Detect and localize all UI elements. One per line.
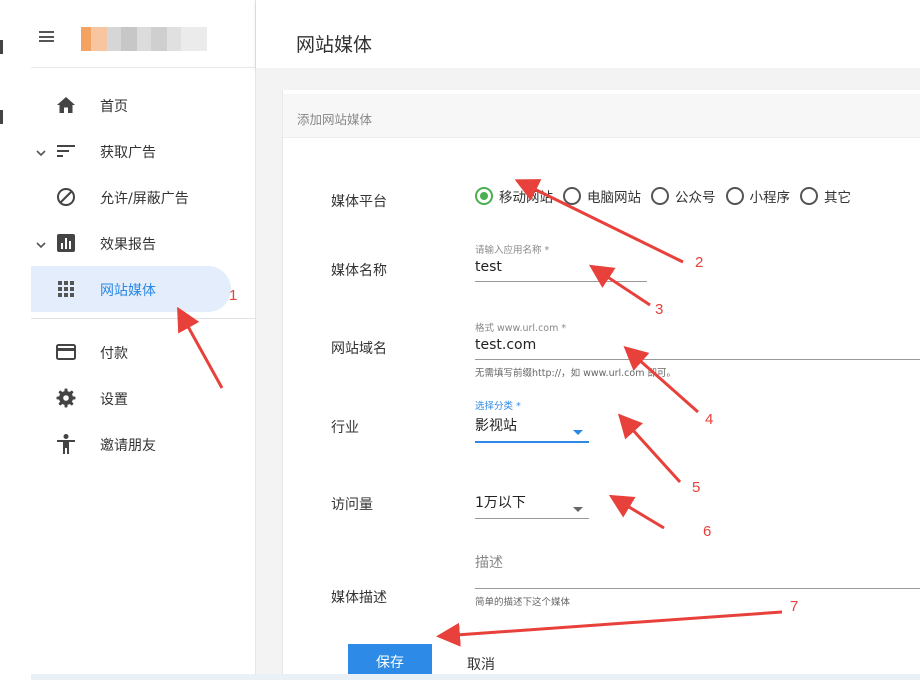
industry-float-label: 选择分类 * bbox=[475, 401, 521, 412]
cancel-button[interactable]: 取消 bbox=[467, 654, 495, 674]
sidebar-item-label: 邀请朋友 bbox=[100, 438, 156, 454]
radio-label: 电脑网站 bbox=[587, 190, 641, 206]
radio-label: 其它 bbox=[824, 190, 851, 206]
card-header: 添加网站媒体 bbox=[283, 94, 920, 138]
annotation-number: 5 bbox=[692, 479, 701, 496]
edge-mark bbox=[0, 110, 3, 124]
person-icon bbox=[55, 433, 77, 455]
sidebar-item-settings[interactable]: 设置 bbox=[31, 375, 256, 421]
annotation-number: 3 bbox=[655, 301, 664, 318]
edge-mark bbox=[0, 40, 3, 54]
sidebar-item-label: 获取广告 bbox=[100, 145, 156, 161]
sidebar-item-payment[interactable]: 付款 bbox=[31, 329, 256, 375]
menu-icon[interactable] bbox=[39, 31, 54, 42]
page-title: 网站媒体 bbox=[296, 34, 373, 56]
domain-field[interactable]: 格式 www.url.com * test.com 无需填写前缀http://，… bbox=[475, 320, 920, 379]
annotation-number: 2 bbox=[695, 254, 704, 271]
radio-other[interactable]: 其它 bbox=[800, 186, 851, 206]
radio-pc-site[interactable]: 电脑网站 bbox=[563, 186, 641, 206]
radio-label: 移动网站 bbox=[499, 190, 553, 206]
sidebar-item-home[interactable]: 首页 bbox=[31, 82, 256, 128]
chevron-down-icon[interactable] bbox=[35, 236, 47, 249]
radio-mini-program[interactable]: 小程序 bbox=[725, 186, 791, 206]
media-name-float-label: 请输入应用名称 * bbox=[475, 245, 550, 256]
description-label: 媒体描述 bbox=[331, 590, 387, 606]
sidebar-header bbox=[31, 0, 255, 68]
credit-card-icon bbox=[55, 341, 77, 363]
traffic-value[interactable]: 1万以下 bbox=[475, 492, 589, 512]
description-hint: 简单的描述下这个媒体 bbox=[475, 597, 571, 608]
sort-lines-icon bbox=[55, 140, 77, 162]
domain-label: 网站域名 bbox=[331, 341, 387, 357]
media-name-underline bbox=[475, 281, 647, 282]
sidebar-item-label: 首页 bbox=[100, 99, 128, 115]
sidebar: 首页 获取广告 允许/屏蔽广告 效果报告 网站媒体 付款 设置 邀请朋友 bbox=[31, 0, 256, 680]
sidebar-item-label: 设置 bbox=[100, 392, 128, 408]
radio-circle[interactable] bbox=[563, 187, 581, 205]
block-icon bbox=[55, 186, 77, 208]
annotation-number: 1 bbox=[229, 287, 238, 304]
description-underline bbox=[475, 588, 920, 589]
traffic-underline bbox=[475, 518, 589, 519]
platform-label: 媒体平台 bbox=[331, 194, 387, 210]
form-card: 添加网站媒体 媒体平台 移动网站 电脑网站 公众号 小程序 其它 媒体名称 请输… bbox=[282, 90, 920, 680]
radio-circle[interactable] bbox=[725, 187, 744, 205]
dropdown-arrow-icon[interactable] bbox=[573, 507, 583, 512]
industry-value[interactable]: 影视站 bbox=[475, 415, 589, 435]
sidebar-item-label: 网站媒体 bbox=[100, 283, 156, 299]
top-bar: 网站媒体 bbox=[256, 0, 920, 68]
platform-radio-group: 移动网站 电脑网站 公众号 小程序 其它 bbox=[475, 186, 861, 206]
sidebar-item-label: 允许/屏蔽广告 bbox=[100, 191, 189, 207]
chevron-down-icon[interactable] bbox=[35, 144, 47, 157]
media-name-input[interactable]: test bbox=[475, 259, 647, 275]
domain-float-label: 格式 www.url.com * bbox=[475, 323, 567, 334]
grid-icon bbox=[55, 278, 77, 300]
domain-input[interactable]: test.com bbox=[475, 337, 920, 353]
industry-label: 行业 bbox=[331, 420, 359, 436]
radio-circle[interactable] bbox=[800, 187, 818, 205]
radio-circle[interactable] bbox=[475, 187, 493, 205]
sidebar-item-get-ads[interactable]: 获取广告 bbox=[31, 128, 256, 174]
description-field[interactable]: 描述 简单的描述下这个媒体 bbox=[475, 550, 920, 608]
description-input[interactable]: 描述 bbox=[475, 552, 920, 572]
traffic-select[interactable]: 1万以下 bbox=[475, 475, 589, 519]
annotation-number: 6 bbox=[703, 523, 712, 540]
annotation-number: 4 bbox=[705, 411, 714, 428]
sidebar-item-web-media[interactable]: 网站媒体 bbox=[31, 266, 231, 312]
dropdown-arrow-icon[interactable] bbox=[573, 430, 583, 435]
traffic-label: 访问量 bbox=[331, 497, 373, 513]
sidebar-item-allow-block[interactable]: 允许/屏蔽广告 bbox=[31, 174, 256, 220]
left-edge bbox=[0, 0, 6, 680]
home-icon bbox=[55, 94, 77, 116]
domain-hint: 无需填写前缀http://，如 www.url.com 即可。 bbox=[475, 368, 676, 379]
sidebar-nav: 首页 获取广告 允许/屏蔽广告 效果报告 网站媒体 付款 设置 邀请朋友 bbox=[31, 82, 256, 467]
radio-label: 公众号 bbox=[675, 190, 716, 206]
bar-chart-icon bbox=[55, 232, 77, 254]
logo bbox=[81, 27, 207, 51]
sidebar-item-label: 效果报告 bbox=[100, 237, 156, 253]
sidebar-item-label: 付款 bbox=[100, 346, 128, 362]
sidebar-item-reports[interactable]: 效果报告 bbox=[31, 220, 256, 266]
gear-icon bbox=[55, 387, 77, 409]
bottom-strip bbox=[31, 674, 920, 680]
media-name-field[interactable]: 请输入应用名称 * test bbox=[475, 242, 647, 282]
radio-mobile-site[interactable]: 移动网站 bbox=[475, 186, 553, 206]
industry-select[interactable]: 选择分类 * 影视站 bbox=[475, 398, 589, 443]
radio-circle[interactable] bbox=[651, 187, 669, 205]
sidebar-item-invite[interactable]: 邀请朋友 bbox=[31, 421, 256, 467]
section-title: 添加网站媒体 bbox=[297, 112, 373, 127]
media-name-label: 媒体名称 bbox=[331, 263, 387, 279]
industry-underline bbox=[475, 441, 589, 443]
domain-underline bbox=[475, 359, 920, 360]
traffic-float-label bbox=[475, 475, 589, 488]
annotation-number: 7 bbox=[790, 598, 799, 615]
main-content: 添加网站媒体 媒体平台 移动网站 电脑网站 公众号 小程序 其它 媒体名称 请输… bbox=[256, 68, 920, 680]
nav-divider bbox=[31, 318, 256, 319]
radio-official-account[interactable]: 公众号 bbox=[651, 186, 716, 206]
radio-label: 小程序 bbox=[749, 190, 791, 206]
